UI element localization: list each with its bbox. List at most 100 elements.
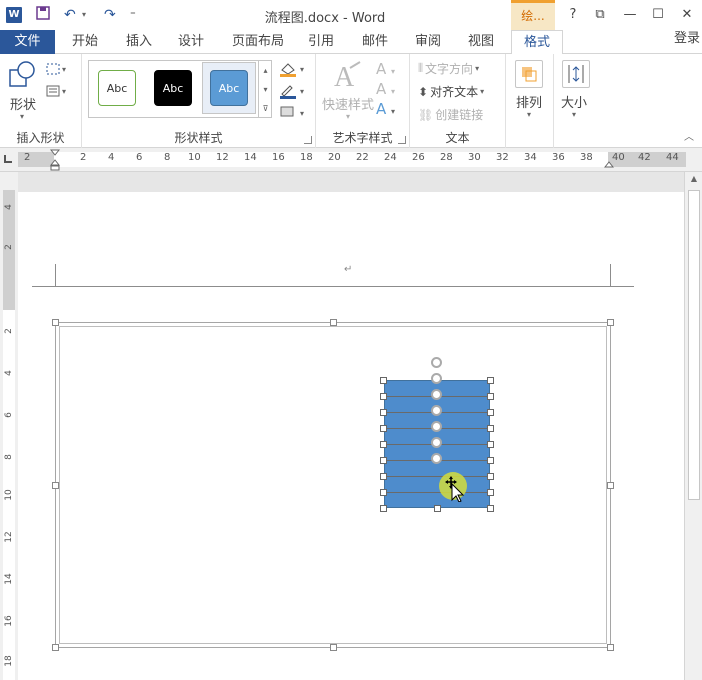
text-outline-icon[interactable]: A ▾ bbox=[376, 80, 395, 98]
ribbon-display-button[interactable]: ⧉ bbox=[590, 6, 610, 24]
shape-styles-group-label: 形状样式 bbox=[174, 131, 223, 145]
shape-style-1[interactable]: Abc bbox=[98, 70, 136, 106]
shape-divider-line bbox=[384, 492, 490, 493]
canvas-handle[interactable] bbox=[52, 482, 59, 489]
tab-home[interactable]: 开始 bbox=[72, 30, 98, 54]
size-icon[interactable] bbox=[562, 60, 590, 88]
collapse-ribbon-icon[interactable]: ︿ bbox=[684, 128, 694, 143]
drawing-canvas[interactable] bbox=[59, 326, 607, 644]
resize-handle[interactable] bbox=[487, 377, 494, 384]
resize-handle[interactable] bbox=[380, 505, 387, 512]
size-label[interactable]: 大小 bbox=[561, 92, 587, 111]
page-gap bbox=[18, 172, 684, 192]
text-fill-icon[interactable]: A ▾ bbox=[376, 60, 395, 78]
drawing-tools-context-label: 绘... bbox=[511, 0, 555, 30]
rotate-handle-icon[interactable] bbox=[431, 405, 442, 416]
canvas-handle[interactable] bbox=[607, 644, 614, 651]
minimize-button[interactable]: — bbox=[620, 6, 640, 24]
arrange-label[interactable]: 排列 bbox=[516, 92, 542, 111]
align-text-button[interactable]: ⬍ 对齐文本 ▾ bbox=[418, 83, 484, 100]
shape-outline-icon[interactable]: ▾ bbox=[278, 82, 310, 103]
shape-styles-launcher-icon[interactable] bbox=[304, 136, 312, 144]
text-direction-icon: ⫴ bbox=[418, 61, 424, 75]
resize-handle[interactable] bbox=[487, 441, 494, 448]
resize-handle[interactable] bbox=[487, 393, 494, 400]
paragraph-mark: ↵ bbox=[344, 264, 353, 275]
tab-file[interactable]: 文件 bbox=[0, 30, 55, 54]
sign-in-link[interactable]: 登录 bbox=[674, 30, 700, 48]
quick-styles-icon[interactable]: A bbox=[330, 60, 364, 95]
resize-handle[interactable] bbox=[380, 393, 387, 400]
quick-styles-dropdown-icon[interactable]: ▾ bbox=[346, 112, 350, 121]
shape-fill-icon[interactable]: ▾ bbox=[278, 60, 310, 81]
margin-corner-left bbox=[55, 264, 56, 286]
group-insert-shapes: 形状 ▾ ▾ ▾ 插入形状 bbox=[0, 54, 82, 148]
rotate-handle-icon[interactable] bbox=[431, 357, 442, 368]
canvas-handle[interactable] bbox=[607, 319, 614, 326]
tab-page-layout[interactable]: 页面布局 bbox=[232, 30, 284, 54]
rotate-handle-icon[interactable] bbox=[431, 389, 442, 400]
first-line-indent-marker[interactable] bbox=[49, 149, 61, 174]
wordart-group-label: 艺术字样式 bbox=[332, 131, 393, 145]
text-direction-button[interactable]: ⫴ 文字方向 ▾ bbox=[418, 60, 479, 77]
gallery-more[interactable]: ⊽ bbox=[258, 99, 272, 118]
resize-handle[interactable] bbox=[380, 489, 387, 496]
resize-handle[interactable] bbox=[380, 457, 387, 464]
rotate-handle-icon[interactable] bbox=[431, 421, 442, 432]
resize-handle[interactable] bbox=[380, 425, 387, 432]
canvas-handle[interactable] bbox=[607, 482, 614, 489]
resize-handle[interactable] bbox=[487, 425, 494, 432]
tab-format[interactable]: 格式 bbox=[511, 30, 564, 55]
align-text-icon: ⬍ bbox=[418, 84, 429, 99]
resize-handle[interactable] bbox=[487, 457, 494, 464]
scroll-up-icon[interactable]: ▲ bbox=[685, 174, 702, 183]
wordart-launcher-icon[interactable] bbox=[398, 136, 406, 144]
vertical-scrollbar[interactable]: ▲ bbox=[684, 172, 702, 680]
resize-handle[interactable] bbox=[380, 473, 387, 480]
resize-handle[interactable] bbox=[487, 473, 494, 480]
rotate-handle-icon[interactable] bbox=[431, 437, 442, 448]
resize-handle[interactable] bbox=[380, 377, 387, 384]
maximize-button[interactable]: ☐ bbox=[648, 6, 668, 24]
canvas-handle[interactable] bbox=[52, 319, 59, 326]
gallery-scroll-up[interactable]: ▴ bbox=[258, 61, 272, 80]
close-button[interactable]: ✕ bbox=[677, 6, 697, 24]
resize-handle[interactable] bbox=[380, 441, 387, 448]
scroll-thumb[interactable] bbox=[688, 190, 700, 500]
create-link-button[interactable]: ⛓ 创建链接 bbox=[418, 106, 483, 123]
svg-text:▾: ▾ bbox=[62, 65, 66, 74]
shapes-icon[interactable] bbox=[8, 60, 38, 93]
quick-styles-label[interactable]: 快速样式 bbox=[322, 94, 374, 113]
tab-mailings[interactable]: 邮件 bbox=[362, 30, 388, 54]
gallery-scroll-down[interactable]: ▾ bbox=[258, 80, 272, 99]
resize-handle[interactable] bbox=[487, 409, 494, 416]
text-effects-icon[interactable]: A ▾ bbox=[376, 100, 395, 118]
edit-shape-icon[interactable]: ▾ bbox=[46, 62, 72, 79]
resize-handle[interactable] bbox=[487, 489, 494, 496]
tab-insert[interactable]: 插入 bbox=[126, 30, 152, 54]
arrange-icon[interactable] bbox=[515, 60, 543, 88]
margin-corner-right bbox=[610, 264, 611, 286]
arrange-dropdown-icon[interactable]: ▾ bbox=[527, 110, 531, 119]
rotate-handle-icon[interactable] bbox=[431, 373, 442, 384]
tab-selector-icon[interactable] bbox=[4, 155, 12, 163]
resize-handle[interactable] bbox=[487, 505, 494, 512]
help-button[interactable]: ? bbox=[563, 6, 583, 24]
tab-review[interactable]: 审阅 bbox=[415, 30, 441, 54]
text-box-icon[interactable]: ▾ bbox=[46, 84, 72, 101]
shape-style-3[interactable]: Abc bbox=[210, 70, 248, 106]
resize-handle[interactable] bbox=[434, 505, 441, 512]
canvas-handle[interactable] bbox=[52, 644, 59, 651]
rotate-handle-icon[interactable] bbox=[431, 453, 442, 464]
canvas-handle[interactable] bbox=[330, 644, 337, 651]
shapes-dropdown-icon[interactable]: ▾ bbox=[20, 112, 24, 121]
shape-effects-icon[interactable]: ▾ bbox=[278, 104, 310, 123]
tab-design[interactable]: 设计 bbox=[178, 30, 204, 54]
shapes-label[interactable]: 形状 bbox=[10, 94, 36, 113]
canvas-handle[interactable] bbox=[330, 319, 337, 326]
tab-view[interactable]: 视图 bbox=[468, 30, 494, 54]
resize-handle[interactable] bbox=[380, 409, 387, 416]
tab-references[interactable]: 引用 bbox=[308, 30, 334, 54]
size-dropdown-icon[interactable]: ▾ bbox=[572, 110, 576, 119]
shape-style-2[interactable]: Abc bbox=[154, 70, 192, 106]
